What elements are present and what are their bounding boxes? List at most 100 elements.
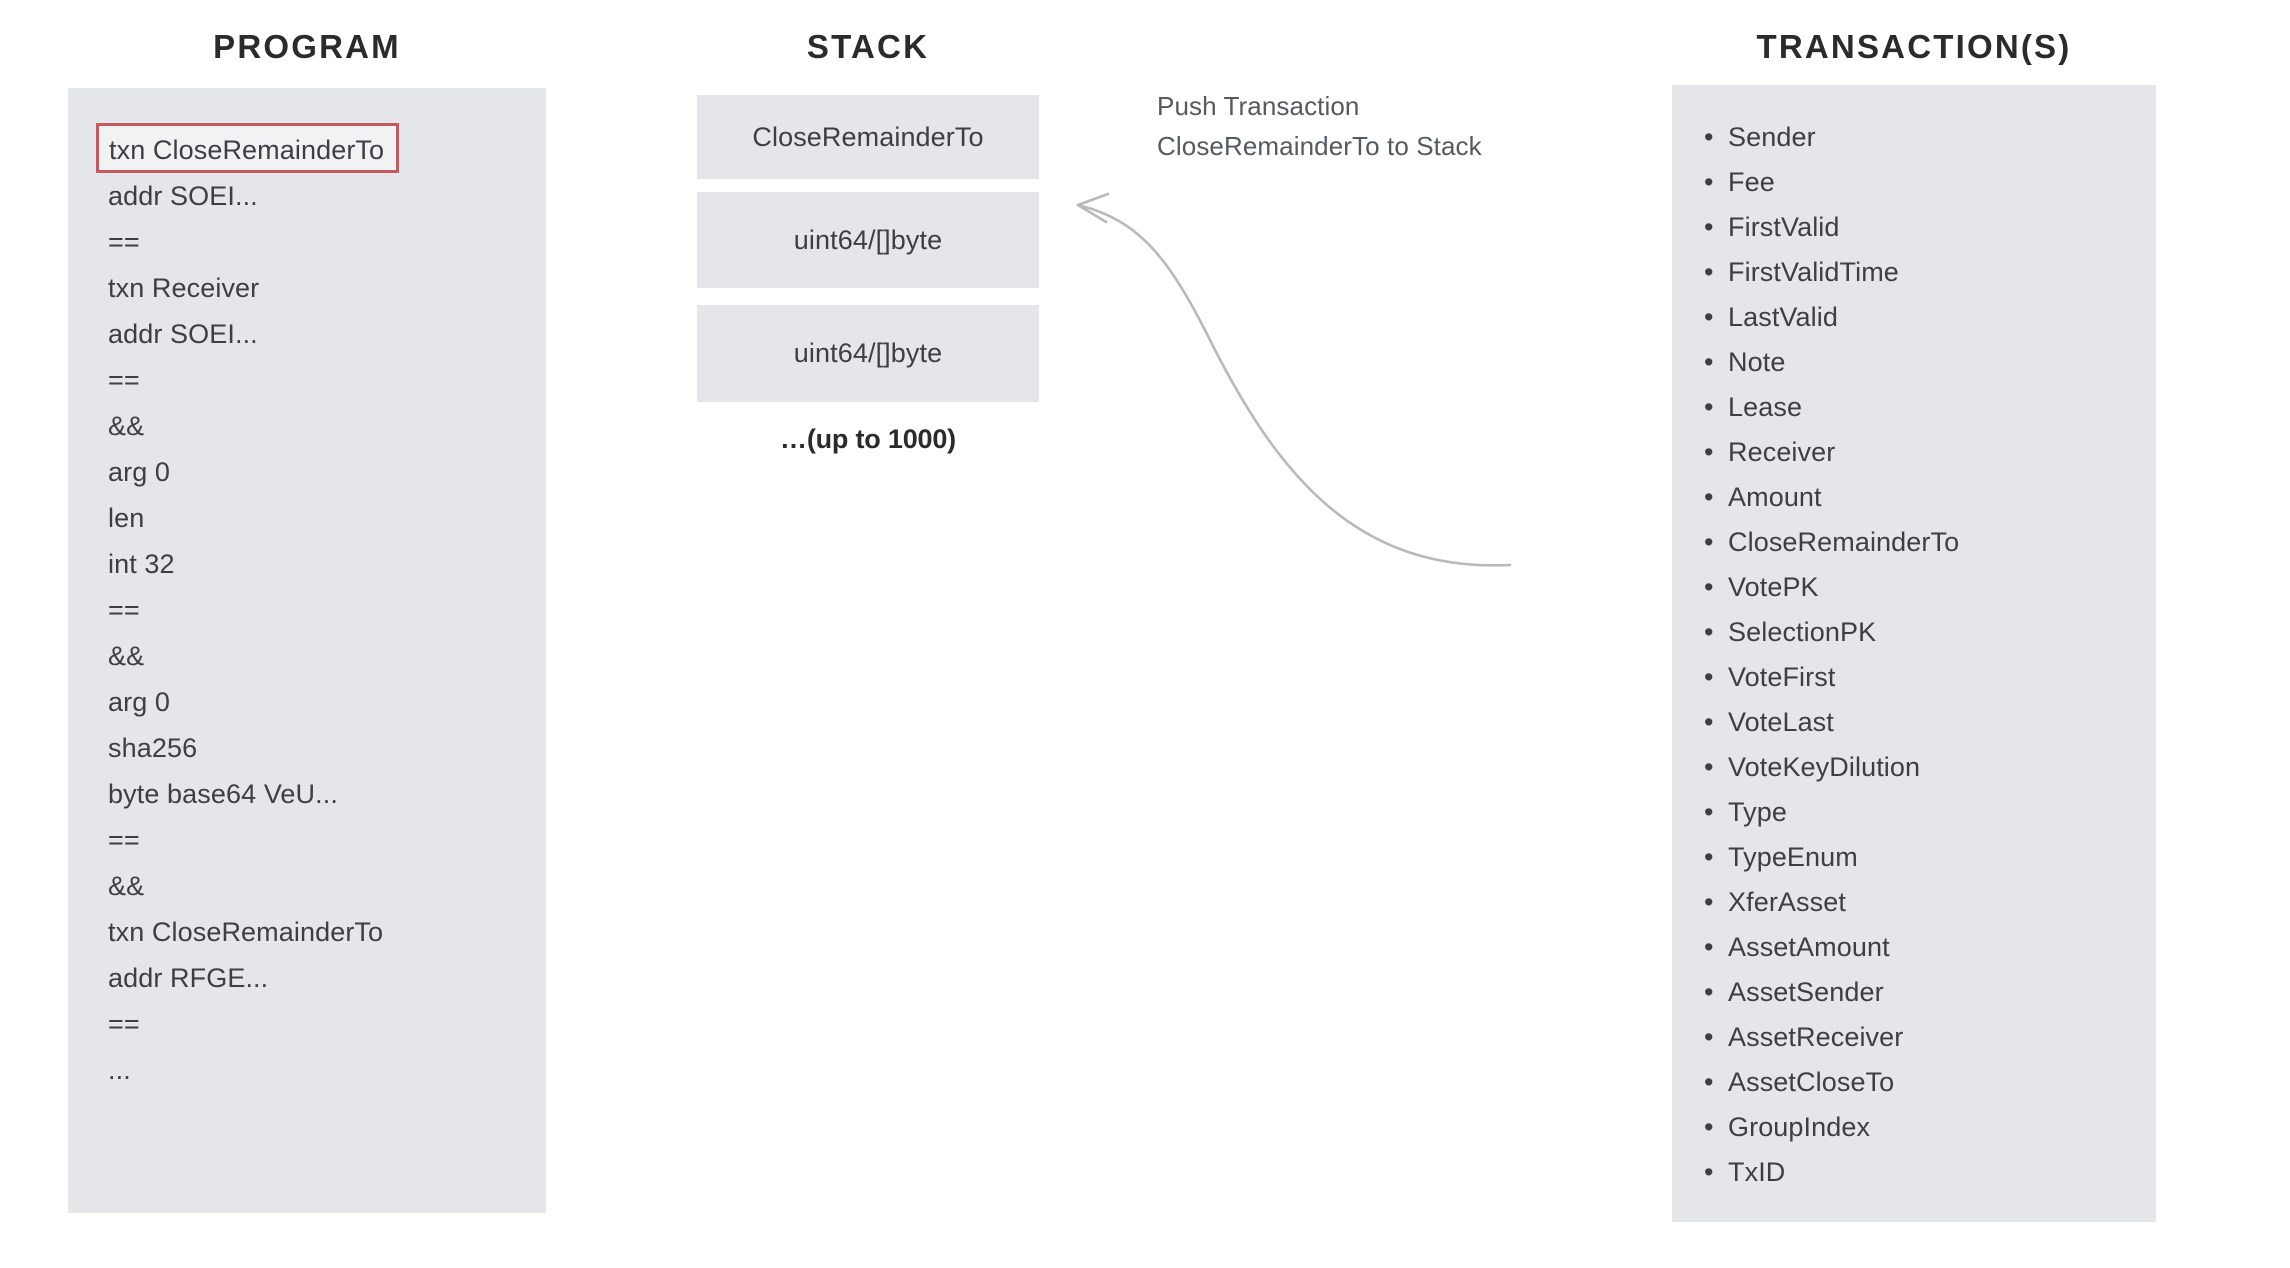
transactions-column-heading: TRANSACTION(S) bbox=[1756, 28, 2072, 65]
bullet-icon: • bbox=[1704, 167, 1714, 197]
bullet-icon: • bbox=[1704, 347, 1714, 377]
bullet-icon: • bbox=[1704, 302, 1714, 332]
transaction-field: • Amount bbox=[1700, 475, 2150, 520]
push-annotation-line-1: Push Transaction bbox=[1157, 91, 1360, 121]
bullet-icon: • bbox=[1704, 572, 1714, 602]
bullet-icon: • bbox=[1704, 752, 1714, 782]
program-line: byte base64 VeU... bbox=[108, 779, 338, 809]
bullet-icon: • bbox=[1704, 437, 1714, 467]
transaction-field-label: AssetSender bbox=[1728, 977, 1884, 1007]
bullet-icon: • bbox=[1704, 707, 1714, 737]
transaction-field: • VoteFirst bbox=[1700, 655, 2150, 700]
transaction-field-label: Fee bbox=[1728, 167, 1775, 197]
bullet-icon: • bbox=[1704, 527, 1714, 557]
bullet-icon: • bbox=[1704, 797, 1714, 827]
bullet-icon: • bbox=[1704, 482, 1714, 512]
transaction-field: • AssetAmount bbox=[1700, 925, 2150, 970]
program-line: arg 0 bbox=[108, 687, 171, 717]
program-line: addr RFGE... bbox=[108, 963, 269, 993]
transaction-field: • Lease bbox=[1700, 385, 2150, 430]
program-line: ... bbox=[108, 1055, 131, 1085]
transaction-field: • Fee bbox=[1700, 160, 2150, 205]
program-line: == bbox=[108, 227, 140, 257]
transaction-field-label: FirstValidTime bbox=[1728, 257, 1899, 287]
bullet-icon: • bbox=[1704, 977, 1714, 1007]
transaction-field-label: Lease bbox=[1728, 392, 1803, 422]
program-line: addr SOEI... bbox=[108, 319, 258, 349]
transaction-field-label: TxID bbox=[1728, 1157, 1786, 1187]
push-arrow-icon bbox=[1076, 192, 1512, 567]
program-line: == bbox=[108, 595, 140, 625]
transaction-field: • VotePK bbox=[1700, 565, 2150, 610]
transaction-field: • Receiver bbox=[1700, 430, 2150, 475]
transaction-field-label: AssetReceiver bbox=[1728, 1022, 1904, 1052]
transaction-field-label: GroupIndex bbox=[1728, 1112, 1871, 1142]
bullet-icon: • bbox=[1704, 257, 1714, 287]
transaction-field: • VoteLast bbox=[1700, 700, 2150, 745]
transaction-field-label: Receiver bbox=[1728, 437, 1836, 467]
transaction-field-label: Note bbox=[1728, 347, 1786, 377]
bullet-icon: • bbox=[1704, 617, 1714, 647]
bullet-icon: • bbox=[1704, 392, 1714, 422]
program-line: txn CloseRemainderTo bbox=[108, 917, 384, 947]
program-line: txn CloseRemainderTo bbox=[96, 123, 528, 173]
program-line-highlighted: txn CloseRemainderTo bbox=[96, 123, 400, 173]
transaction-field: • AssetSender bbox=[1700, 970, 2150, 1015]
program-instruction-list: txn CloseRemainderTo addr SOEI... == txn Re… bbox=[96, 123, 528, 1093]
bullet-icon: • bbox=[1704, 122, 1714, 152]
transaction-field-label: AssetAmount bbox=[1728, 932, 1890, 962]
program-line: addr SOEI... bbox=[108, 181, 258, 211]
stack-item-label: uint64/[]byte bbox=[793, 338, 943, 368]
bullet-icon: • bbox=[1704, 887, 1714, 917]
push-annotation: Push Transaction CloseRemainderTo to Sta… bbox=[1157, 86, 1482, 166]
transaction-field: • FirstValid bbox=[1700, 205, 2150, 250]
transaction-field: • Sender bbox=[1700, 115, 2150, 160]
transaction-field-label: Type bbox=[1728, 797, 1787, 827]
transaction-field: • XferAsset bbox=[1700, 880, 2150, 925]
transaction-field-label: LastValid bbox=[1728, 302, 1838, 332]
stack-item: uint64/[]byte bbox=[697, 192, 1039, 288]
bullet-icon: • bbox=[1704, 932, 1714, 962]
program-line: arg 0 bbox=[108, 457, 171, 487]
transaction-field-label: VoteKeyDilution bbox=[1728, 752, 1921, 782]
program-line: && bbox=[108, 411, 145, 441]
transaction-field-label: TypeEnum bbox=[1728, 842, 1858, 872]
program-line: len bbox=[108, 503, 145, 533]
transaction-field-label: XferAsset bbox=[1728, 887, 1846, 917]
transaction-field-label: VoteLast bbox=[1728, 707, 1834, 737]
program-column-heading: PROGRAM bbox=[213, 28, 401, 65]
transaction-field-label: CloseRemainderTo bbox=[1728, 527, 1960, 557]
bullet-icon: • bbox=[1704, 1157, 1714, 1187]
stack-item: CloseRemainderTo bbox=[697, 95, 1039, 179]
transaction-field-label: Sender bbox=[1728, 122, 1816, 152]
transaction-field: • TypeEnum bbox=[1700, 835, 2150, 880]
stack-item-label: CloseRemainderTo bbox=[752, 121, 984, 152]
transaction-field: • FirstValidTime bbox=[1700, 250, 2150, 295]
diagram-canvas: PROGRAM STACK TRANSACTION(S) txn CloseRe… bbox=[0, 0, 2290, 1268]
program-line: == bbox=[108, 825, 140, 855]
bullet-icon: • bbox=[1704, 212, 1714, 242]
push-annotation-line-2: CloseRemainderTo to Stack bbox=[1157, 131, 1482, 161]
bullet-icon: • bbox=[1704, 842, 1714, 872]
stack-column-heading: STACK bbox=[806, 28, 930, 65]
transaction-field-list: • Sender • Fee • FirstValid • FirstValidTime • La… bbox=[1700, 115, 2150, 1195]
program-panel: txn CloseRemainderTo addr SOEI... == txn Re… bbox=[68, 88, 546, 1213]
transaction-field: • Type bbox=[1700, 790, 2150, 835]
program-line: && bbox=[108, 871, 145, 901]
bullet-icon: • bbox=[1704, 1067, 1714, 1097]
transaction-field-label: VoteFirst bbox=[1728, 662, 1836, 692]
transaction-field-label: FirstValid bbox=[1728, 212, 1840, 242]
transaction-field: • SelectionPK bbox=[1700, 610, 2150, 655]
transaction-field-label: AssetCloseTo bbox=[1728, 1067, 1895, 1097]
transaction-field: • LastValid bbox=[1700, 295, 2150, 340]
transaction-field: • AssetCloseTo bbox=[1700, 1060, 2150, 1105]
bullet-icon: • bbox=[1704, 662, 1714, 692]
transaction-field: • CloseRemainderTo bbox=[1700, 520, 2150, 565]
program-line: sha256 bbox=[108, 733, 198, 763]
bullet-icon: • bbox=[1704, 1022, 1714, 1052]
program-line: txn Receiver bbox=[108, 273, 260, 303]
bullet-icon: • bbox=[1704, 1112, 1714, 1142]
program-line: int 32 bbox=[108, 549, 175, 579]
program-line: == bbox=[108, 1009, 140, 1039]
transaction-field-label: VotePK bbox=[1728, 572, 1819, 602]
